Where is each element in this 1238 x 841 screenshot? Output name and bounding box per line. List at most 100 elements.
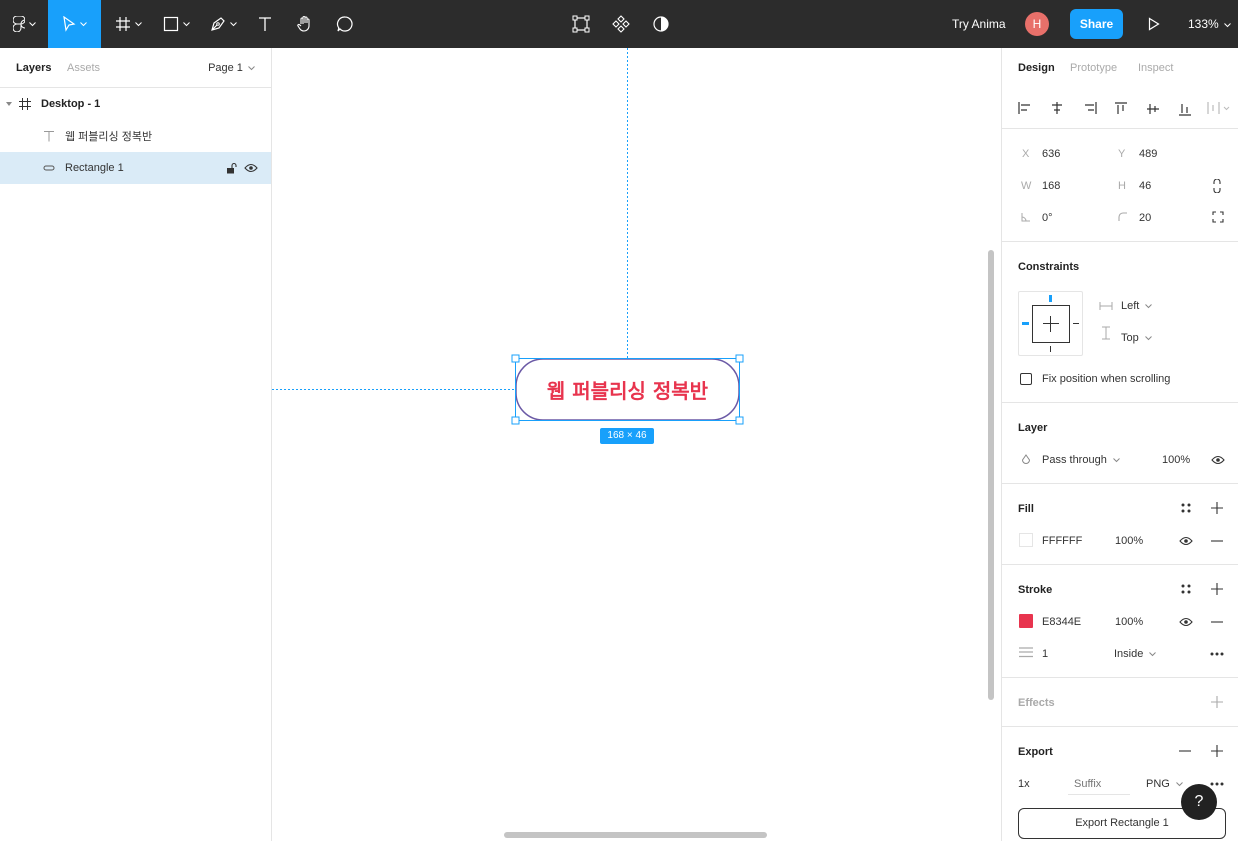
constraint-left-active[interactable] xyxy=(1022,322,1029,325)
tab-assets[interactable]: Assets xyxy=(67,48,100,88)
avatar[interactable]: H xyxy=(1025,12,1049,36)
hand-tool-button[interactable] xyxy=(292,0,318,48)
styles-grid-icon[interactable] xyxy=(1180,502,1192,514)
hand-icon xyxy=(297,15,310,32)
distribute-icon[interactable] xyxy=(1207,102,1231,114)
independent-corners-icon[interactable] xyxy=(1212,211,1224,223)
minus-icon[interactable] xyxy=(1211,540,1223,542)
frame-tool-button[interactable] xyxy=(108,0,148,48)
pen-tool-button[interactable] xyxy=(202,0,244,48)
tab-layers[interactable]: Layers xyxy=(16,48,51,88)
layer-opacity-input[interactable]: 100% xyxy=(1162,454,1190,466)
styles-grid-icon[interactable] xyxy=(1180,583,1192,595)
blend-mode-select[interactable]: Pass through xyxy=(1042,454,1120,466)
fix-position-checkbox[interactable] xyxy=(1020,373,1032,385)
horizontal-constraint-select[interactable]: Left xyxy=(1121,300,1153,312)
properties-panel: Design Prototype Inspect X 636 Y 489 W 1… xyxy=(1001,48,1238,841)
plus-icon[interactable] xyxy=(1211,502,1223,514)
frame-icon xyxy=(115,17,130,31)
unlock-icon[interactable] xyxy=(226,162,237,174)
vertical-constraint-select[interactable]: Top xyxy=(1121,332,1152,344)
x-label: X xyxy=(1022,148,1030,160)
transform-section: X 636 Y 489 W 168 H 46 0° 20 xyxy=(1002,128,1238,241)
move-tool-button[interactable] xyxy=(48,0,101,48)
tab-inspect[interactable]: Inspect xyxy=(1138,48,1173,88)
chevron-down-icon xyxy=(80,21,87,26)
plus-icon[interactable] xyxy=(1211,696,1223,708)
zoom-level: 133% xyxy=(1188,17,1219,31)
eye-icon[interactable] xyxy=(1179,617,1193,627)
plus-icon[interactable] xyxy=(1211,583,1223,595)
vertical-constraint-icon xyxy=(1102,326,1110,340)
more-options-icon[interactable] xyxy=(1210,652,1224,656)
comment-tool-button[interactable] xyxy=(332,0,358,48)
stroke-hex-input[interactable]: E8344E xyxy=(1042,616,1081,628)
constraint-right[interactable] xyxy=(1073,323,1079,324)
eye-icon[interactable] xyxy=(244,163,258,173)
component-icon xyxy=(612,15,630,33)
export-format-select[interactable]: PNG xyxy=(1146,778,1183,790)
create-component-button[interactable] xyxy=(608,0,634,48)
help-button[interactable]: ? xyxy=(1181,784,1217,820)
present-button[interactable] xyxy=(1142,0,1166,48)
eye-icon[interactable] xyxy=(1211,455,1225,465)
try-anima-link[interactable]: Try Anima xyxy=(952,0,1006,48)
chevron-down-icon xyxy=(1149,652,1157,657)
zoom-menu[interactable]: 133% xyxy=(1188,0,1231,48)
effects-title: Effects xyxy=(1018,697,1055,709)
layer-row[interactable]: 웹 퍼블리싱 정복반 xyxy=(0,120,271,152)
fill-opacity-input[interactable]: 100% xyxy=(1115,535,1143,547)
export-scale-select[interactable]: 1x xyxy=(1018,778,1030,790)
y-input[interactable]: 489 xyxy=(1139,148,1157,160)
text-tool-button[interactable] xyxy=(252,0,278,48)
x-input[interactable]: 636 xyxy=(1042,148,1060,160)
expand-triangle-icon[interactable] xyxy=(6,101,12,107)
page-selector[interactable]: Page 1 xyxy=(208,48,255,88)
align-right-icon[interactable] xyxy=(1083,102,1097,114)
main-menu-button[interactable] xyxy=(0,0,48,48)
stroke-swatch[interactable] xyxy=(1019,614,1033,628)
constraint-top-active[interactable] xyxy=(1049,295,1052,302)
rotation-icon xyxy=(1021,213,1030,222)
align-top-icon[interactable] xyxy=(1115,102,1127,116)
stroke-weight-icon xyxy=(1019,647,1033,658)
tab-prototype[interactable]: Prototype xyxy=(1070,48,1117,88)
fill-hex-input[interactable]: FFFFFF xyxy=(1042,535,1082,547)
rotation-input[interactable]: 0° xyxy=(1042,212,1053,224)
stroke-align-select[interactable]: Inside xyxy=(1114,648,1157,660)
minus-icon[interactable] xyxy=(1179,750,1191,752)
tab-design[interactable]: Design xyxy=(1018,48,1055,88)
constraint-widget[interactable] xyxy=(1018,291,1083,356)
more-options-icon[interactable] xyxy=(1210,782,1224,786)
align-bottom-icon[interactable] xyxy=(1179,102,1191,116)
button-label-text[interactable]: 웹 퍼블리싱 정복반 xyxy=(516,359,739,420)
align-vertical-center-icon[interactable] xyxy=(1147,102,1159,116)
size-badge: 168 × 46 xyxy=(607,430,647,441)
h-input[interactable]: 46 xyxy=(1139,180,1151,192)
share-button[interactable]: Share xyxy=(1070,9,1123,39)
w-label: W xyxy=(1021,180,1032,192)
align-left-icon[interactable] xyxy=(1018,102,1032,114)
fill-swatch[interactable] xyxy=(1019,533,1033,547)
plus-icon[interactable] xyxy=(1211,745,1223,757)
stroke-opacity-input[interactable]: 100% xyxy=(1115,616,1143,628)
canvas[interactable]: 웹 퍼블리싱 정복반 168 × 46 xyxy=(272,48,1000,841)
export-suffix-input[interactable] xyxy=(1068,773,1130,795)
w-input[interactable]: 168 xyxy=(1042,180,1060,192)
mask-button[interactable] xyxy=(648,0,674,48)
stroke-weight-input[interactable]: 1 xyxy=(1042,648,1048,660)
layer-row[interactable]: Rectangle 1 xyxy=(0,152,271,184)
vertical-scrollbar[interactable] xyxy=(988,250,994,700)
horizontal-scrollbar[interactable] xyxy=(504,832,767,838)
constraint-bottom[interactable] xyxy=(1050,346,1051,352)
layer-row[interactable]: Desktop - 1 xyxy=(0,88,271,120)
align-horizontal-center-icon[interactable] xyxy=(1050,102,1064,114)
shape-tool-button[interactable] xyxy=(156,0,196,48)
left-panel-tabs: Layers Assets Page 1 xyxy=(0,48,271,88)
corner-radius-input[interactable]: 20 xyxy=(1139,212,1151,224)
minus-icon[interactable] xyxy=(1211,621,1223,623)
constrain-proportions-icon[interactable] xyxy=(1212,179,1222,193)
component-edit-button[interactable] xyxy=(568,0,594,48)
eye-icon[interactable] xyxy=(1179,536,1193,546)
y-label: Y xyxy=(1118,148,1126,160)
